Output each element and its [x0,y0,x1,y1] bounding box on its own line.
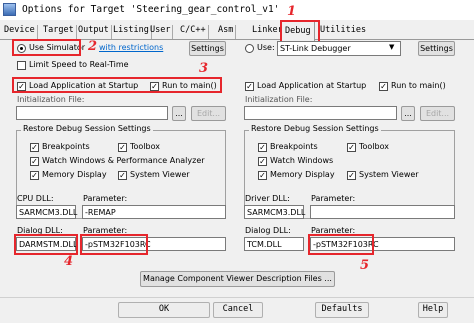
annotation-box-left-load-options [12,77,222,93]
annotation-box-right-dialog-param [308,234,374,255]
left-init-file-label: Initialization File: [17,95,85,104]
tab-device[interactable]: Device [4,25,38,39]
left-system-viewer-checkbox[interactable]: ✓ [118,171,127,180]
defaults-button[interactable]: Defaults [315,302,369,318]
bottom-divider [0,297,474,298]
driver-param-label: Parameter: [311,194,356,203]
ok-button[interactable]: OK [118,302,210,318]
right-system-viewer-label[interactable]: System Viewer [359,170,419,179]
window-title: Options for Target 'Steering_gear_contro… [22,4,280,15]
restrictions-link[interactable]: with restrictions [99,43,163,52]
help-button[interactable]: Help [418,302,448,318]
simulator-settings-button[interactable]: Settings [189,41,226,56]
right-run-to-main-checkbox[interactable]: ✓ [379,82,388,91]
use-debugger-radio[interactable] [245,44,254,53]
cpu-param-input[interactable]: -REMAP [82,205,226,219]
annotation-number-2: 2 [88,39,98,54]
left-system-viewer-label[interactable]: System Viewer [130,170,190,179]
left-watch-windows-checkbox[interactable]: ✓ [30,157,39,166]
right-restore-group-label: Restore Debug Session Settings [249,124,381,133]
right-init-edit-button[interactable]: Edit... [420,106,455,121]
app-icon [3,3,16,16]
right-load-app-label[interactable]: Load Application at Startup [257,81,366,90]
manage-component-viewer-button[interactable]: Manage Component Viewer Description File… [140,271,335,287]
annotation-number-4: 4 [64,254,74,269]
driver-param-input[interactable] [310,205,455,219]
right-watch-windows-label[interactable]: Watch Windows [270,156,333,165]
limit-speed-label[interactable]: Limit Speed to Real-Time [29,60,129,69]
left-watch-windows-label[interactable]: Watch Windows & Performance Analyzer [42,156,205,165]
left-breakpoints-checkbox[interactable]: ✓ [30,143,39,152]
right-toolbox-checkbox[interactable]: ✓ [347,143,356,152]
cancel-button[interactable]: Cancel [213,302,263,318]
right-dialog-dll-label: Dialog DLL: [245,226,291,235]
annotation-number-3: 3 [199,61,209,76]
driver-dll-label: Driver DLL: [245,194,290,203]
right-load-app-checkbox[interactable]: ✓ [245,82,254,91]
tab-target[interactable]: Target [43,25,77,39]
right-memory-display-label[interactable]: Memory Display [270,170,335,179]
right-init-file-label: Initialization File: [245,95,313,104]
cpu-dll-label: CPU DLL: [17,194,54,203]
left-init-file-input[interactable] [16,106,168,120]
limit-speed-checkbox[interactable] [17,61,26,70]
tab-output[interactable]: Output [78,25,112,39]
cpu-param-label: Parameter: [83,194,128,203]
left-toolbox-label[interactable]: Toolbox [130,142,160,151]
right-breakpoints-label[interactable]: Breakpoints [270,142,318,151]
annotation-number-5: 5 [360,258,370,273]
right-system-viewer-checkbox[interactable]: ✓ [347,171,356,180]
right-dialog-dll-input[interactable]: TCM.DLL [244,237,304,251]
right-breakpoints-checkbox[interactable]: ✓ [258,143,267,152]
left-memory-display-label[interactable]: Memory Display [42,170,107,179]
tab-cpp[interactable]: C/C++ [180,25,209,39]
chevron-down-icon[interactable]: ▼ [389,43,394,51]
driver-dll-input[interactable]: SARMCM3.DLL [244,205,305,219]
left-init-edit-button[interactable]: Edit... [191,106,226,121]
left-init-browse-button[interactable]: ... [172,106,186,121]
left-breakpoints-label[interactable]: Breakpoints [42,142,90,151]
annotation-number-1: 1 [287,4,297,19]
right-toolbox-label[interactable]: Toolbox [359,142,389,151]
left-memory-display-checkbox[interactable]: ✓ [30,171,39,180]
left-restore-group-label: Restore Debug Session Settings [21,124,153,133]
tab-listing[interactable]: Listing [113,25,152,39]
right-watch-windows-checkbox[interactable]: ✓ [258,157,267,166]
annotation-box-use-simulator [12,39,81,56]
tab-user[interactable]: User [150,25,174,39]
cpu-dll-input[interactable]: SARMCM3.DLL [16,205,77,219]
debugger-select[interactable]: ST-Link Debugger [277,41,401,56]
annotation-box-left-dialog-dll [14,234,78,255]
debugger-settings-button[interactable]: Settings [418,41,455,56]
right-memory-display-checkbox[interactable]: ✓ [258,171,267,180]
tab-asm[interactable]: Asm [218,25,237,39]
use-debugger-label[interactable]: Use: [257,43,275,52]
tab-utilities[interactable]: Utilities [320,25,368,39]
right-init-browse-button[interactable]: ... [401,106,415,121]
right-run-to-main-label[interactable]: Run to main() [391,81,446,90]
right-init-file-input[interactable] [244,106,397,120]
left-toolbox-checkbox[interactable]: ✓ [118,143,127,152]
annotation-box-left-dialog-param [80,234,148,255]
